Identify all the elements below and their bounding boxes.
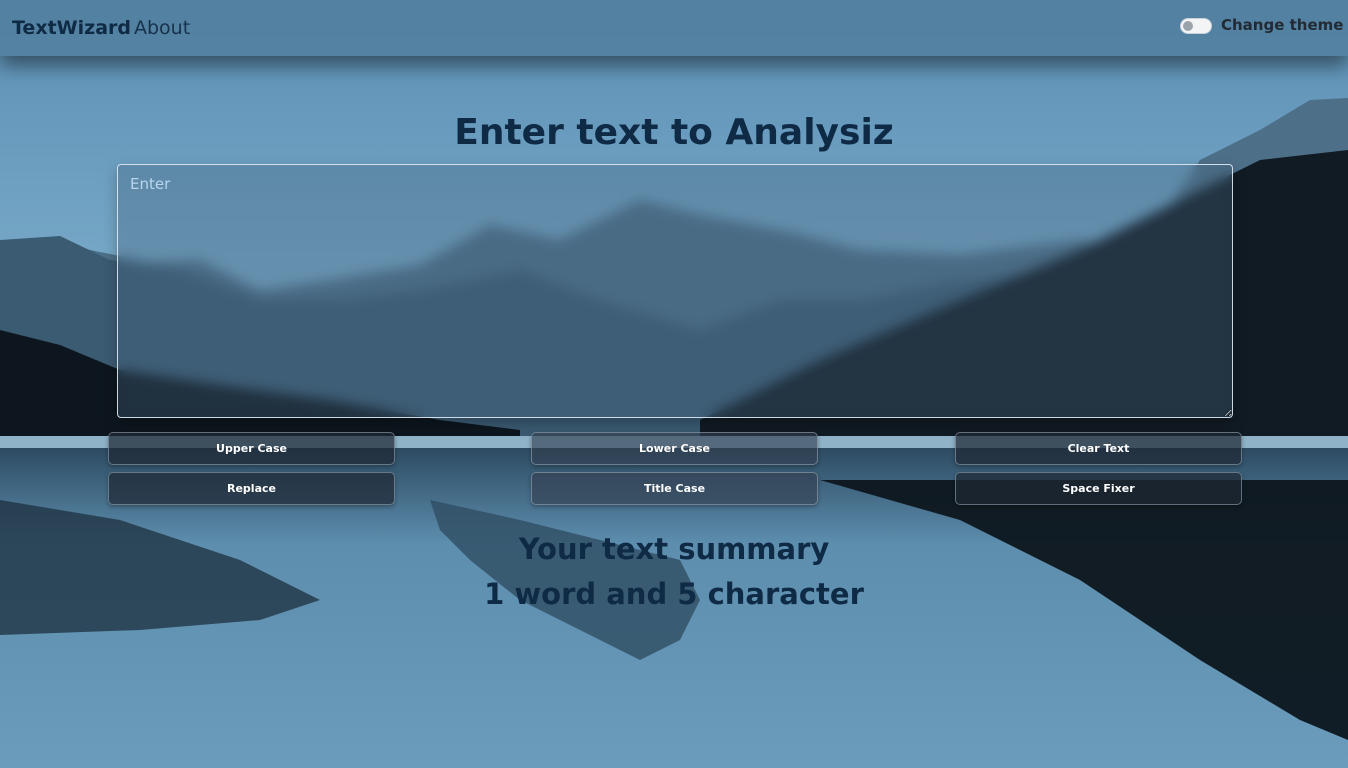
toggle-switch-icon[interactable] — [1180, 18, 1212, 34]
space-fixer-button[interactable]: Space Fixer — [955, 472, 1242, 505]
toggle-knob — [1183, 21, 1193, 31]
lower-case-button[interactable]: Lower Case — [531, 432, 818, 465]
theme-toggle-label[interactable]: Change theme — [1221, 16, 1343, 34]
text-input-area[interactable] — [117, 164, 1233, 418]
title-case-button[interactable]: Title Case — [531, 472, 818, 505]
nav-link-about[interactable]: About — [134, 17, 190, 39]
brand-logo-link[interactable]: TextWizard — [12, 17, 131, 39]
upper-case-button[interactable]: Upper Case — [108, 432, 395, 465]
replace-button[interactable]: Replace — [108, 472, 395, 505]
clear-text-button[interactable]: Clear Text — [955, 432, 1242, 465]
page-title: Enter text to Analysiz — [454, 112, 894, 153]
summary-title: Your text summary — [518, 532, 830, 566]
summary-word-character-count: 1 word and 5 character — [484, 577, 864, 611]
navbar: TextWizard About Change theme — [0, 0, 1348, 56]
